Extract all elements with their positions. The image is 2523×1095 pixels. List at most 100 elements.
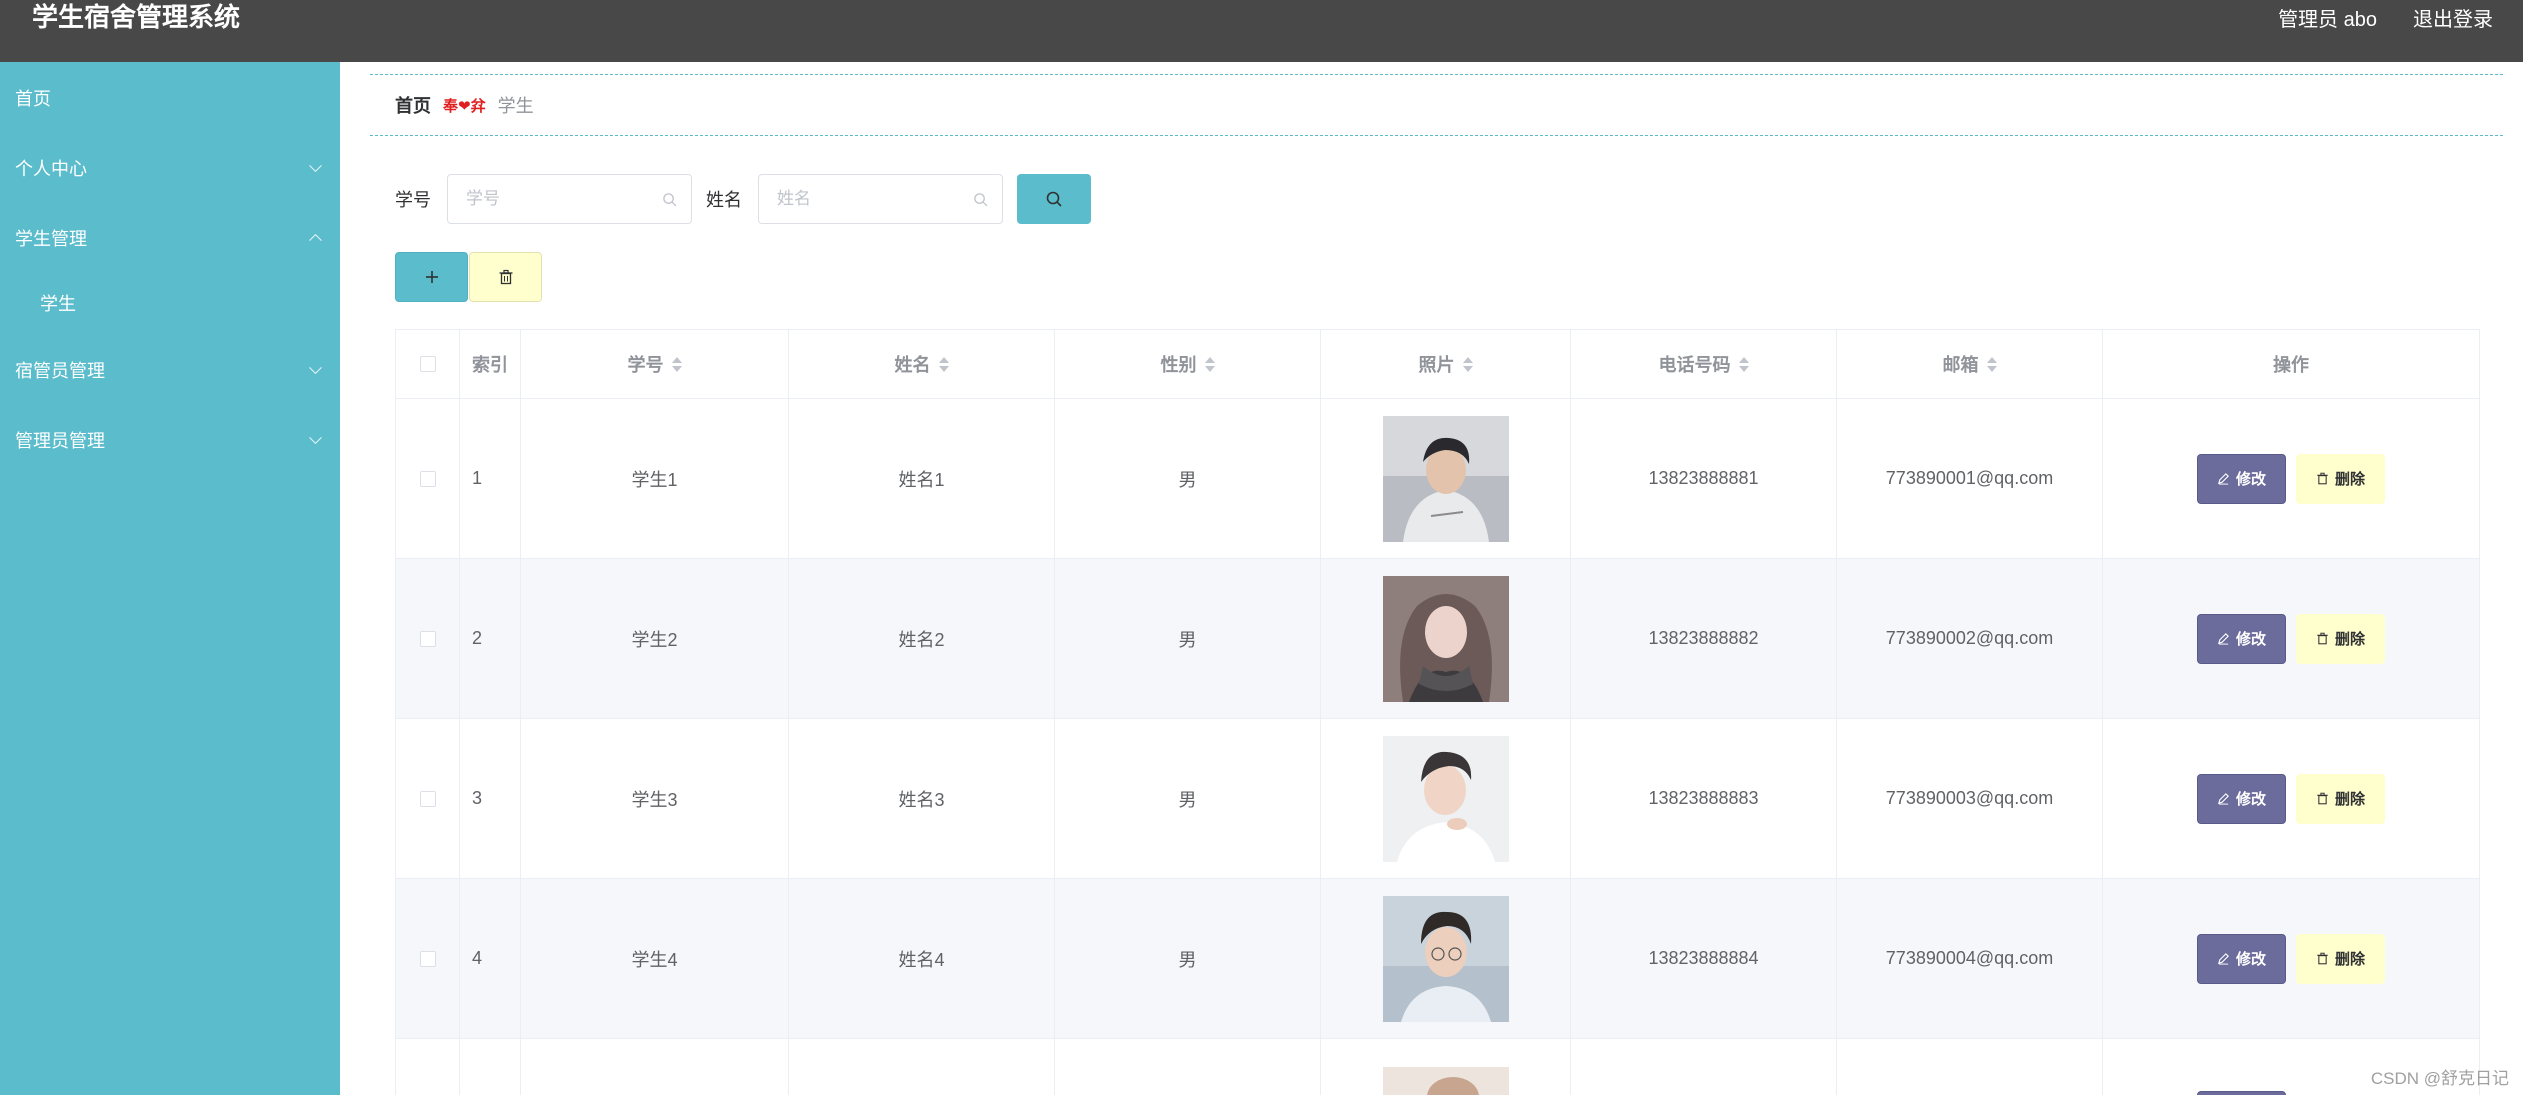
row-actions: 修改 删除 <box>2197 453 2385 504</box>
chevron-down-icon <box>309 431 322 445</box>
row-actions: 修改 删除 <box>2197 933 2385 984</box>
cell-student-no: 学生1 <box>521 399 789 558</box>
cell-gender: 男 <box>1055 559 1321 718</box>
chevron-down-icon <box>309 361 322 375</box>
student-photo <box>1382 895 1509 1022</box>
row-checkbox-cell <box>396 719 460 878</box>
sidebar-item-personal-center[interactable]: 个人中心 <box>0 143 340 193</box>
delete-button[interactable]: 删除 <box>2296 613 2385 664</box>
edit-button-label: 修改 <box>2235 791 2266 808</box>
edit-button[interactable]: 修改 <box>2197 773 2286 824</box>
cell-photo <box>1321 1039 1571 1095</box>
trash-icon <box>499 269 512 285</box>
header-email[interactable]: 邮箱 <box>1837 330 2103 398</box>
delete-button-label: 删除 <box>2334 791 2365 808</box>
batch-delete-button[interactable] <box>469 252 542 302</box>
name-input[interactable] <box>759 175 1002 223</box>
row-checkbox-cell <box>396 399 460 558</box>
table-row: 3 学生3 姓名3 男 13823888883 773890003@qq.com… <box>396 719 2479 879</box>
header-user-area: 管理员 abo 退出登录 <box>2278 0 2493 34</box>
delete-button[interactable]: 删除 <box>2296 773 2385 824</box>
sidebar-item-label: 学生管理 <box>15 229 87 249</box>
sort-icon <box>1986 356 1997 372</box>
student-no-input[interactable] <box>448 175 691 223</box>
column-header-label: 学号 <box>627 355 664 375</box>
sidebar-item-label: 管理员管理 <box>15 431 105 451</box>
delete-button-label: 删除 <box>2334 471 2365 488</box>
row-checkbox-cell <box>396 559 460 718</box>
cell-name: 姓名3 <box>789 719 1055 878</box>
delete-button-label: 删除 <box>2334 951 2365 968</box>
edit-button[interactable] <box>2197 1091 2286 1095</box>
sort-icon <box>671 356 682 372</box>
cell-name: 姓名1 <box>789 399 1055 558</box>
search-button[interactable] <box>1017 174 1091 224</box>
row-checkbox-cell <box>396 879 460 1038</box>
cell-student-no: 学生2 <box>521 559 789 718</box>
search-icon <box>1046 191 1062 207</box>
header-index: 索引 <box>460 330 521 398</box>
cell-index: 4 <box>460 879 521 1038</box>
cell-operations: 修改 删除 <box>2103 719 2479 878</box>
edit-icon <box>2218 633 2229 645</box>
sidebar-item-dorm-manager-management[interactable]: 宿管员管理 <box>0 345 340 395</box>
add-button[interactable] <box>395 252 468 302</box>
sidebar-item-student[interactable]: 学生 <box>0 278 340 328</box>
edit-button[interactable]: 修改 <box>2197 613 2286 664</box>
edit-button-label: 修改 <box>2235 631 2266 648</box>
edit-button[interactable]: 修改 <box>2197 933 2286 984</box>
plus-icon <box>425 271 438 283</box>
sort-icon <box>1738 356 1749 372</box>
sidebar: 首页 个人中心 学生管理 学生 宿管员管理 管理员管理 <box>0 62 340 1095</box>
delete-button-label: 删除 <box>2334 631 2365 648</box>
top-header: 学生宿舍管理系统 管理员 abo 退出登录 <box>0 0 2523 62</box>
edit-button[interactable]: 修改 <box>2197 453 2286 504</box>
breadcrumb-current: 学生 <box>497 96 534 116</box>
row-actions: 修改 删除 <box>2197 773 2385 824</box>
logout-button[interactable]: 退出登录 <box>2413 3 2493 32</box>
column-header-label: 姓名 <box>894 355 931 375</box>
sort-icon <box>1204 356 1215 372</box>
cell-index: 1 <box>460 399 521 558</box>
breadcrumb: 首页 奉❤弅 学生 <box>370 74 2503 136</box>
row-checkbox[interactable] <box>419 790 436 807</box>
sidebar-item-home[interactable]: 首页 <box>0 73 340 123</box>
row-checkbox[interactable] <box>419 630 436 647</box>
sidebar-item-admin-management[interactable]: 管理员管理 <box>0 415 340 465</box>
cell-phone: 13823888883 <box>1571 719 1837 878</box>
cell-gender <box>1055 1039 1321 1095</box>
cell-student-no: 学生4 <box>521 879 789 1038</box>
sort-icon <box>938 356 949 372</box>
column-header-label: 索引 <box>472 355 508 375</box>
column-header-label: 操作 <box>2273 355 2309 375</box>
edit-icon <box>2218 953 2229 965</box>
cell-photo <box>1321 719 1571 878</box>
delete-button[interactable]: 删除 <box>2296 453 2385 504</box>
cell-operations: 修改 删除 <box>2103 559 2479 718</box>
header-phone[interactable]: 电话号码 <box>1571 330 1837 398</box>
header-photo[interactable]: 照片 <box>1321 330 1571 398</box>
delete-button[interactable]: 删除 <box>2296 933 2385 984</box>
row-checkbox[interactable] <box>419 470 436 487</box>
header-name[interactable]: 姓名 <box>789 330 1055 398</box>
select-all-checkbox[interactable] <box>419 356 436 372</box>
header-student-no[interactable]: 学号 <box>521 330 789 398</box>
row-checkbox[interactable] <box>419 950 436 967</box>
sidebar-item-student-management[interactable]: 学生管理 <box>0 213 340 263</box>
sidebar-item-label: 首页 <box>15 89 51 109</box>
search-icon <box>663 193 677 207</box>
column-header-label: 性别 <box>1160 355 1197 375</box>
sort-icon <box>1462 356 1473 372</box>
student-no-field <box>447 174 692 224</box>
watermark: CSDN @舒克日记 <box>2370 1069 2509 1088</box>
search-form: 学号 姓名 <box>395 174 1091 224</box>
cell-phone: 13823888884 <box>1571 879 1837 1038</box>
breadcrumb-separator: 奉❤弅 <box>443 97 486 115</box>
breadcrumb-home[interactable]: 首页 <box>395 92 431 118</box>
cell-student-no <box>521 1039 789 1095</box>
column-header-label: 电话号码 <box>1658 355 1731 375</box>
header-gender[interactable]: 性别 <box>1055 330 1321 398</box>
student-photo <box>1382 735 1509 862</box>
name-field <box>758 174 1003 224</box>
table-row: 2 学生2 姓名2 男 13823888882 773890002@qq.com… <box>396 559 2479 719</box>
